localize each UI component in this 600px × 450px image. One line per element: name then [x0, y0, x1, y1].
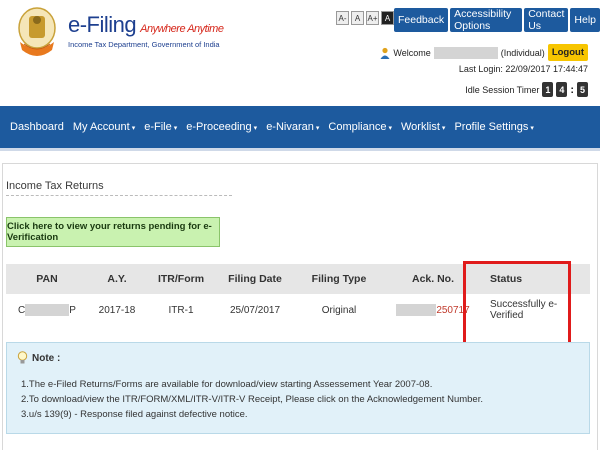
header-itr-form: ITR/Form [157, 273, 205, 285]
main-nav: Dashboard My Account ▾ e-File ▾ e-Proceedi… [0, 106, 600, 148]
idle-digit: 5 [577, 82, 588, 97]
header-pan: PAN [36, 273, 58, 285]
masked-ack-no [396, 304, 437, 316]
feedback-button[interactable]: Feedback [394, 8, 449, 32]
status-highlight-box [463, 261, 571, 345]
contrast-dark-button[interactable]: A [381, 11, 394, 25]
header-ay: A.Y. [107, 273, 127, 285]
idle-session-timer: Idle Session Timer 1 4 : 5 [465, 82, 588, 97]
idle-timer-label: Idle Session Timer [465, 84, 540, 95]
nav-dashboard[interactable]: Dashboard [10, 121, 64, 133]
pending-e-verification-button[interactable]: Click here to view your returns pending … [6, 217, 220, 247]
user-type: (Individual) [500, 47, 545, 58]
note-title: Note : [32, 352, 61, 364]
font-normal-button[interactable]: A [351, 11, 364, 25]
brand[interactable]: e-Filing Anywhere Anytime Income Tax Depa… [68, 12, 224, 49]
note-box: Note : 1.The e-Filed Returns/Forms are a… [6, 342, 590, 434]
pan-start: C [18, 304, 26, 316]
chevron-down-icon: ▾ [315, 125, 320, 132]
masked-pan [25, 304, 70, 316]
brand-subtitle: Income Tax Department, Government of Ind… [68, 40, 220, 49]
section-title: Income Tax Returns [6, 180, 104, 192]
masked-user-name [433, 46, 498, 59]
help-button[interactable]: Help [570, 8, 600, 32]
nav-e-file[interactable]: e-File ▾ [144, 121, 177, 133]
font-decrease-button[interactable]: A- [336, 11, 349, 25]
idle-digit: 1 [542, 82, 554, 97]
header: e-Filing Anywhere Anytime Income Tax Depa… [0, 0, 600, 104]
chevron-down-icon: ▾ [530, 125, 534, 132]
chevron-down-icon: ▾ [441, 125, 446, 132]
chevron-down-icon: ▾ [253, 125, 258, 132]
note-lines: 1.The e-Filed Returns/Forms are availabl… [21, 377, 483, 422]
chevron-down-icon: ▾ [173, 125, 178, 132]
lightbulb-icon [17, 351, 28, 364]
welcome-label: Welcome [393, 47, 431, 58]
idle-colon: : [570, 83, 574, 96]
top-nav: Feedback Accessibility Options Contact U… [394, 8, 600, 32]
welcome-row: Welcome (Individual) Logout [380, 44, 588, 61]
last-login: Last Login: 22/09/2017 17:44:47 [458, 64, 588, 74]
nav-e-nivaran[interactable]: e-Nivaran ▾ [266, 121, 319, 133]
pan-cell: C P [6, 304, 88, 316]
brand-tagline: Anywhere Anytime [140, 23, 224, 35]
national-emblem-icon [18, 7, 56, 56]
section-divider [6, 195, 232, 196]
font-increase-button[interactable]: A+ [366, 11, 379, 25]
nav-divider [0, 148, 600, 151]
note-line: 1.The e-Filed Returns/Forms are availabl… [21, 379, 433, 390]
nav-worklist[interactable]: Worklist ▾ [401, 121, 445, 133]
user-icon [380, 47, 390, 59]
logout-button[interactable]: Logout [547, 44, 588, 61]
pan-end: P [69, 304, 76, 316]
chevron-down-icon: ▾ [388, 125, 392, 132]
filing-type-cell: Original [321, 304, 357, 316]
chevron-down-icon: ▾ [131, 125, 136, 132]
accessibility-options-button[interactable]: Accessibility Options [450, 8, 523, 32]
nav-profile-settings[interactable]: Profile Settings ▾ [454, 121, 534, 133]
ay-cell: 2017-18 [98, 304, 136, 316]
nav-my-account[interactable]: My Account ▾ [73, 121, 135, 133]
brand-title: e-Filing [68, 12, 137, 37]
header-filing-type: Filing Type [311, 273, 367, 285]
itr-cell: ITR-1 [168, 304, 194, 316]
nav-e-proceeding[interactable]: e-Proceeding ▾ [186, 121, 257, 133]
nav-compliance[interactable]: Compliance ▾ [328, 121, 392, 133]
note-line: 2.To download/view the ITR/FORM/XML/ITR-… [21, 394, 483, 405]
note-line: 3.u/s 139(9) - Response filed against de… [21, 409, 248, 420]
idle-digit: 4 [556, 82, 568, 97]
contact-us-button[interactable]: Contact Us [524, 8, 569, 32]
header-filing-date: Filing Date [228, 273, 282, 285]
filing-date-cell: 25/07/2017 [229, 304, 281, 316]
